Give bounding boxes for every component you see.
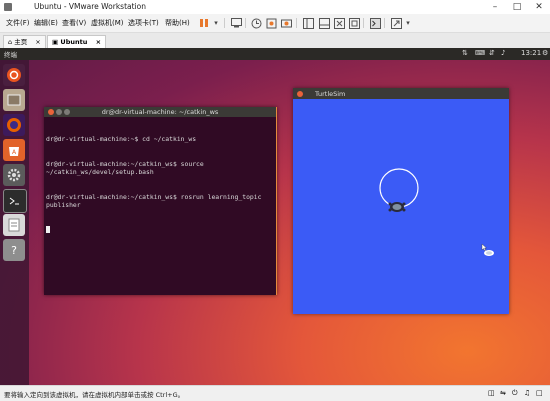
show-library-icon[interactable] — [302, 17, 314, 29]
turtle-small-sprite — [484, 250, 494, 256]
network-adapter-icon[interactable]: ⇋ — [500, 389, 506, 397]
menu-vm[interactable]: 虚拟机(M) — [91, 18, 124, 28]
usb-icon[interactable]: ⏻ — [512, 389, 518, 398]
tab-ubuntu[interactable]: ▣ Ubuntu × — [47, 35, 107, 48]
toolbar-separator — [363, 18, 364, 28]
ubuntu-launcher: A ? — [0, 60, 29, 385]
vm-icon: ▣ — [52, 38, 59, 46]
tab-close-icon[interactable]: × — [35, 38, 40, 46]
toolbar-separator — [224, 18, 225, 28]
send-ctrl-alt-del-icon[interactable] — [230, 17, 242, 29]
terminal-titlebar[interactable]: dr@dr-virtual-machine: ~/catkin_ws — [44, 107, 276, 117]
menu-edit[interactable]: 编辑(E) — [34, 18, 58, 28]
snapshot-manager-icon[interactable] — [280, 17, 292, 29]
terminal-cursor — [46, 226, 50, 234]
terminal-line: dr@dr-virtual-machine:~/catkin_ws$ sourc… — [46, 160, 208, 177]
turtle-sprite — [388, 202, 406, 212]
pause-dropdown-icon[interactable]: ▾ — [210, 17, 222, 29]
menu-view[interactable]: 查看(V) — [62, 18, 86, 28]
tab-home[interactable]: ⌂ 主页 × — [3, 35, 46, 48]
close-icon[interactable]: ✕ — [528, 0, 550, 14]
pause-icon[interactable] — [198, 17, 210, 29]
fullscreen-icon[interactable] — [333, 17, 345, 29]
dash-home-icon[interactable] — [3, 64, 25, 86]
firefox-icon[interactable] — [3, 114, 25, 136]
terminal-window[interactable]: dr@dr-virtual-machine: ~/catkin_ws dr@dr… — [44, 107, 277, 295]
terminal-icon[interactable] — [3, 189, 27, 213]
thumbnail-bar-icon[interactable] — [318, 17, 330, 29]
turtlesim-close-icon[interactable] — [297, 90, 303, 97]
home-icon: ⌂ — [8, 38, 13, 46]
terminal-line: dr@dr-virtual-machine:~$ cd ~/catkin_ws — [46, 135, 197, 144]
ubuntu-top-panel: 终端 ⇅ ⌨ ⇵ ♪ 13:21 ⚙ — [0, 48, 550, 60]
input-method-icon[interactable]: ⇅ — [462, 49, 468, 57]
terminal-title: dr@dr-virtual-machine: ~/catkin_ws — [101, 108, 219, 116]
turtlesim-title: TurtleSim — [315, 90, 346, 98]
toolbar-separator — [384, 18, 385, 28]
turtlesim-window[interactable]: TurtleSim — [293, 88, 509, 314]
menu-toolbar: 文件(F) 编辑(E) 查看(V) 虚拟机(M) 选项卡(T) 帮助(H) ▾ … — [0, 14, 550, 33]
revert-snapshot-icon[interactable] — [265, 17, 277, 29]
system-menu-icon[interactable]: ⚙ — [542, 49, 548, 57]
display-icon[interactable]: □ — [536, 389, 543, 397]
menu-tabs[interactable]: 选项卡(T) — [128, 18, 159, 28]
toolbar-separator — [245, 18, 246, 28]
vmware-logo-icon — [4, 3, 12, 11]
menu-help[interactable]: 帮助(H) — [165, 18, 190, 28]
tab-close-icon[interactable]: × — [96, 38, 101, 46]
keyboard-icon[interactable]: ⌨ — [475, 49, 485, 57]
stretch-guest-icon[interactable] — [390, 17, 402, 29]
system-settings-icon[interactable] — [3, 164, 25, 186]
minimize-icon[interactable]: – — [484, 0, 506, 14]
snapshot-icon[interactable] — [250, 17, 262, 29]
terminal-output[interactable]: dr@dr-virtual-machine:~$ cd ~/catkin_ws … — [46, 119, 274, 250]
files-icon[interactable] — [3, 89, 25, 111]
window-title: Ubuntu - VMware Workstation — [34, 2, 146, 11]
console-view-icon[interactable] — [369, 17, 381, 29]
mouse-cursor-icon — [481, 243, 488, 252]
active-app-label: 终端 — [4, 51, 17, 59]
unknown-app-icon[interactable]: ? — [3, 239, 25, 261]
tab-bar: ⌂ 主页 × ▣ Ubuntu × — [0, 33, 550, 49]
network-icon[interactable]: ⇵ — [489, 49, 495, 57]
text-editor-icon[interactable] — [3, 214, 25, 236]
tab-label: 主页 — [14, 38, 28, 46]
maximize-icon[interactable]: □ — [506, 0, 528, 14]
sound-icon[interactable]: ♫ — [524, 389, 530, 397]
unity-mode-icon[interactable] — [348, 17, 360, 29]
turtle-path-circle — [379, 168, 419, 208]
vmware-titlebar: Ubuntu - VMware Workstation – □ ✕ — [0, 0, 550, 14]
vmware-statusbar: 要将输入定向到该虚拟机，请在虚拟机内部单击或按 Ctrl+G。 ◫ ⇋ ⏻ ♫ … — [0, 385, 550, 401]
turtlesim-canvas — [379, 168, 494, 256]
status-message: 要将输入定向到该虚拟机，请在虚拟机内部单击或按 Ctrl+G。 — [4, 391, 185, 399]
software-center-icon[interactable]: A — [3, 139, 25, 161]
tab-label: Ubuntu — [60, 38, 88, 46]
menu-file[interactable]: 文件(F) — [6, 18, 30, 28]
toolbar-separator — [296, 18, 297, 28]
terminal-line: dr@dr-virtual-machine:~/catkin_ws$ rosru… — [46, 192, 266, 210]
clock[interactable]: 13:21 — [521, 49, 541, 57]
harddisk-icon[interactable]: ◫ — [488, 389, 495, 397]
volume-icon[interactable]: ♪ — [501, 49, 505, 57]
stretch-dropdown-icon[interactable]: ▾ — [402, 17, 414, 29]
turtlesim-titlebar[interactable]: TurtleSim — [293, 88, 509, 99]
